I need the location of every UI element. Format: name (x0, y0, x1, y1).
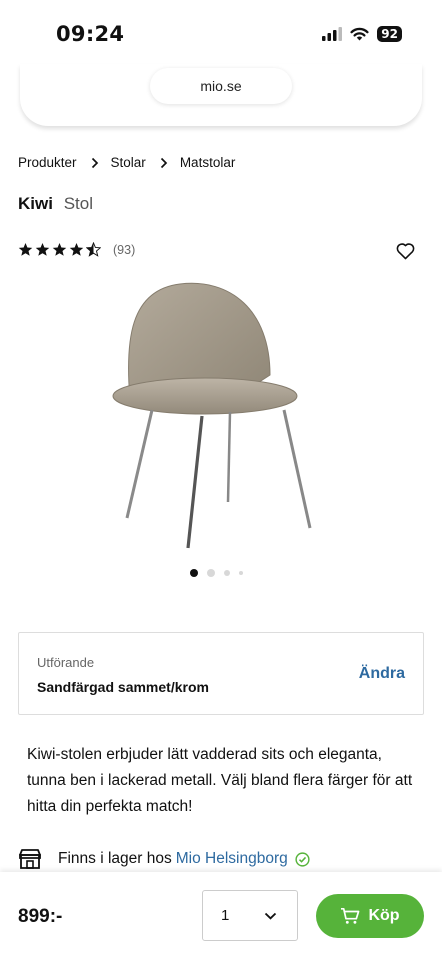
review-count: (93) (113, 242, 136, 257)
image-carousel-dots[interactable] (190, 569, 243, 577)
cart-icon (341, 907, 360, 924)
store-icon (19, 849, 41, 869)
product-type: Stol (63, 194, 93, 213)
star-icon (35, 242, 50, 256)
quantity-select[interactable]: 1 (202, 890, 298, 941)
product-image[interactable] (100, 280, 340, 560)
breadcrumb-item-produkter[interactable]: Produkter (18, 155, 77, 170)
product-description: Kiwi-stolen erbjuder lätt vadderad sits … (27, 746, 413, 815)
chevron-right-icon (160, 157, 168, 169)
product-title: Kiwi Stol (18, 194, 93, 214)
quantity-value: 1 (221, 907, 230, 924)
wifi-icon (350, 27, 369, 41)
check-circle-icon (295, 851, 310, 867)
url-bar[interactable]: mio.se (150, 68, 292, 104)
carousel-dot[interactable] (190, 569, 198, 577)
breadcrumb-item-stolar[interactable]: Stolar (111, 155, 146, 170)
chevron-right-icon (91, 157, 99, 169)
star-icon (52, 242, 67, 256)
buy-label: Köp (368, 907, 400, 924)
purchase-bar: 899:- 1 Köp (0, 872, 442, 960)
favorite-button[interactable] (396, 242, 415, 265)
variant-selector[interactable]: Utförande Sandfärgad sammet/krom Ändra (18, 632, 424, 715)
battery-indicator: 92 (377, 26, 402, 42)
product-price: 899:- (18, 906, 63, 927)
variant-label: Utförande (37, 655, 95, 670)
carousel-dot[interactable] (239, 571, 243, 575)
status-bar: 09:24 92 (0, 0, 442, 64)
store-link[interactable]: Mio Helsingborg (176, 850, 288, 868)
signal-icon (322, 27, 343, 41)
status-icons: 92 (322, 26, 402, 42)
carousel-dot[interactable] (224, 570, 230, 576)
breadcrumb: Produkter Stolar Matstolar (18, 155, 235, 170)
star-icon (18, 242, 33, 256)
star-half-icon (86, 242, 101, 257)
product-rating[interactable]: (93) (18, 242, 135, 257)
carousel-dot[interactable] (207, 569, 215, 577)
chevron-down-icon (264, 912, 277, 920)
stock-status: Finns i lager hos Mio Helsingborg (18, 848, 310, 870)
url-text: mio.se (200, 78, 242, 94)
product-name: Kiwi (18, 194, 53, 213)
star-icon (69, 242, 84, 256)
breadcrumb-item-matstolar[interactable]: Matstolar (180, 155, 236, 170)
status-time: 09:24 (56, 22, 125, 46)
buy-button[interactable]: Köp (316, 894, 424, 938)
variant-value: Sandfärgad sammet/krom (37, 679, 209, 695)
change-variant-button[interactable]: Ändra (359, 665, 405, 683)
stock-text: Finns i lager hos (58, 850, 172, 867)
heart-icon (396, 243, 415, 260)
